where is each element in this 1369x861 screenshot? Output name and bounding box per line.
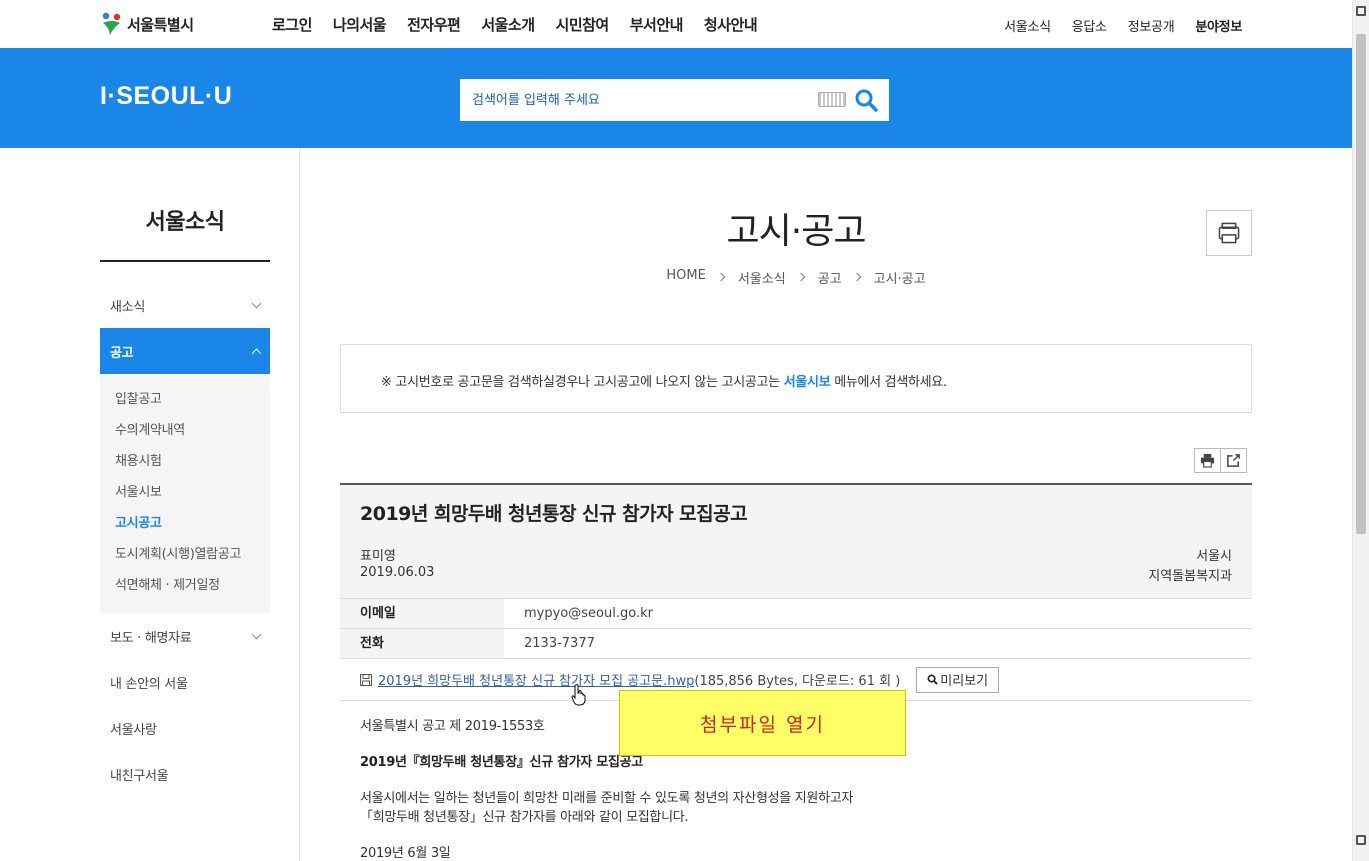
submenu-bid-notice[interactable]: 입찰공고 [115,384,270,415]
email-value: mypyo@seoul.go.kr [524,606,653,621]
gnb-city-hall[interactable]: 청사안내 [704,14,758,35]
submenu-public-notice[interactable]: 고시공고 [115,508,270,539]
phone-label: 전화 [340,629,504,658]
preview-label: 미리보기 [940,674,989,689]
sidebar-item-label: 공고 [110,345,134,361]
sidebar-submenu: 입찰공고 수의계약내역 채용시험 서울시보 고시공고 도시계획(시행)열람공고 … [100,374,270,613]
notice-text-end: 메뉴에서 검색하세요. [830,375,947,390]
virtual-keyboard-icon[interactable] [818,92,846,107]
utility-nav: 서울소식 응답소 정보공개 분야정보 [983,16,1242,35]
search-box [460,79,889,121]
scroll-up-arrow-icon[interactable] [1356,6,1366,16]
body-date: 2019년 6월 3일 [360,846,451,861]
breadcrumb-seoul-news[interactable]: 서울소식 [738,268,786,287]
sidebar-item-my-friend-seoul[interactable]: 내친구서울 [100,751,270,797]
printer-icon [1218,222,1240,244]
breadcrumb-current[interactable]: 고시·공고 [874,268,926,287]
attachment-meta: (185,856 Bytes, 다운로드: 61 회 ) [694,674,901,689]
search-notice-box: ※ 고시번호로 공고문을 검색하실경우나 고시공고에 나오지 않는 고시공고는 … [340,344,1252,413]
sidebar-item-notices[interactable]: 공고 [100,328,270,374]
sidebar-item-seoul-in-hand[interactable]: 내 손안의 서울 [100,659,270,705]
body-paragraph-line2: 「희망두배 청년통장」신규 참가자를 아래와 같이 모집합니다. [360,810,689,825]
logo-text: 서울특별시 [127,15,194,34]
chevron-right-icon [716,272,726,282]
gnb-my-seoul[interactable]: 나의서울 [333,14,387,35]
hand-cursor-icon [571,684,586,706]
phone-row: 전화 2133-7377 [340,628,1252,658]
share-icon [1227,454,1240,467]
share-button[interactable] [1220,448,1247,473]
gnb-about-seoul[interactable]: 서울소개 [481,14,535,35]
attachment-link[interactable]: 2019년 희망두배 청년통장 신규 참가자 모집 공고문.hwp [378,670,694,689]
breadcrumb-notices[interactable]: 공고 [818,268,842,287]
sidebar-item-label: 내 손안의 서울 [110,676,188,692]
scroll-down-arrow-icon[interactable] [1356,835,1366,845]
util-info-disclosure[interactable]: 정보공개 [1128,16,1175,35]
notice-text: ※ 고시번호로 공고문을 검색하실경우나 고시공고에 나오지 않는 고시공고는 [381,375,784,390]
sidebar-item-label: 보도 · 해명자료 [110,630,192,646]
floppy-disk-icon [360,673,372,686]
breadcrumb-home[interactable]: HOME [666,268,705,287]
body-paragraph-line1: 서울시에서는 일하는 청년들이 희망찬 미래를 준비할 수 있도록 청년의 자산… [360,791,854,806]
page-scrollbar[interactable] [1352,0,1369,861]
print-page-button[interactable] [1206,210,1252,256]
article-org: 서울시 [1196,549,1232,564]
sidebar-item-news[interactable]: 새소식 [100,282,270,328]
chevron-up-icon [251,348,262,358]
util-eungdapso[interactable]: 응답소 [1072,16,1107,35]
chevron-down-icon [251,629,262,639]
body-heading: 2019년『희망두배 청년통장』신규 참가자 모집공고 [360,755,643,770]
chevron-right-icon [796,272,805,282]
util-field-info[interactable]: 분야정보 [1195,16,1242,35]
attachment-tooltip: 첨부파일 열기 [619,690,906,756]
gnb-login[interactable]: 로그인 [272,14,312,35]
magnifier-icon [927,674,939,685]
article-date: 2019.06.03 [360,565,435,580]
phone-value: 2133-7377 [524,636,595,651]
submenu-urban-planning[interactable]: 도시계획(시행)열람공고 [115,539,270,570]
chevron-right-icon [852,272,861,282]
printer-icon [1200,453,1215,468]
gnb-participation[interactable]: 시민참여 [556,14,610,35]
search-icon[interactable] [854,88,878,112]
submenu-contracts[interactable]: 수의계약내역 [115,415,270,446]
article-title: 2019년 희망두배 청년통장 신규 참가자 모집공고 [360,503,748,525]
sidebar-item-label: 서울사랑 [110,722,157,738]
submenu-recruitment[interactable]: 채용시험 [115,446,270,477]
gnb-email[interactable]: 전자우편 [407,14,461,35]
iseoul-logo[interactable]: I·SEOUL·U [100,82,232,111]
print-article-button[interactable] [1194,448,1221,473]
sidebar-item-label: 새소식 [110,299,145,315]
sidebar-item-seoul-love[interactable]: 서울사랑 [100,705,270,751]
email-label: 이메일 [340,599,504,628]
sidebar: 서울소식 새소식 공고 입찰공고 수의계약내역 채용시험 서울시보 고시공고 도… [100,148,270,797]
article-writer: 표미영 [360,549,396,564]
sidebar-item-label: 내친구서울 [110,768,169,784]
seoul-logo-icon [102,12,121,35]
page-title: 고시·공고 [726,211,867,252]
seoul-logo[interactable]: 서울특별시 [100,10,194,38]
sidebar-divider [299,148,300,861]
article-header: 2019년 희망두배 청년통장 신규 참가자 모집공고 표미영 2019.06.… [340,485,1252,598]
util-seoul-news[interactable]: 서울소식 [1004,16,1051,35]
email-row: 이메일 mypyo@seoul.go.kr [340,598,1252,628]
article: 2019년 희망두배 청년통장 신규 참가자 모집공고 표미영 2019.06.… [340,483,1252,861]
top-navigation: 서울특별시 로그인 나의서울 전자우편 서울소개 시민참여 부서안내 청사안내 … [0,0,1352,48]
search-input[interactable] [460,79,810,121]
global-nav: 로그인 나의서울 전자우편 서울소개 시민참여 부서안내 청사안내 [272,14,778,35]
submenu-city-gazette[interactable]: 서울시보 [115,477,270,508]
gnb-departments[interactable]: 부서안내 [630,14,684,35]
submenu-asbestos[interactable]: 석면해체 · 제거일정 [115,570,270,601]
preview-button[interactable]: 미리보기 [916,666,1000,693]
sidebar-item-press[interactable]: 보도 · 해명자료 [100,613,270,659]
header-banner: I·SEOUL·U [0,48,1352,148]
sidebar-title: 서울소식 [100,148,270,262]
city-gazette-link[interactable]: 서울시보 [784,375,831,390]
scroll-thumb[interactable] [1356,34,1366,534]
article-department: 지역돌봄복지과 [1148,569,1232,584]
chevron-down-icon [251,298,262,308]
article-tools [1194,448,1247,473]
breadcrumb: HOME 서울소식 공고 고시·공고 [340,268,1252,287]
